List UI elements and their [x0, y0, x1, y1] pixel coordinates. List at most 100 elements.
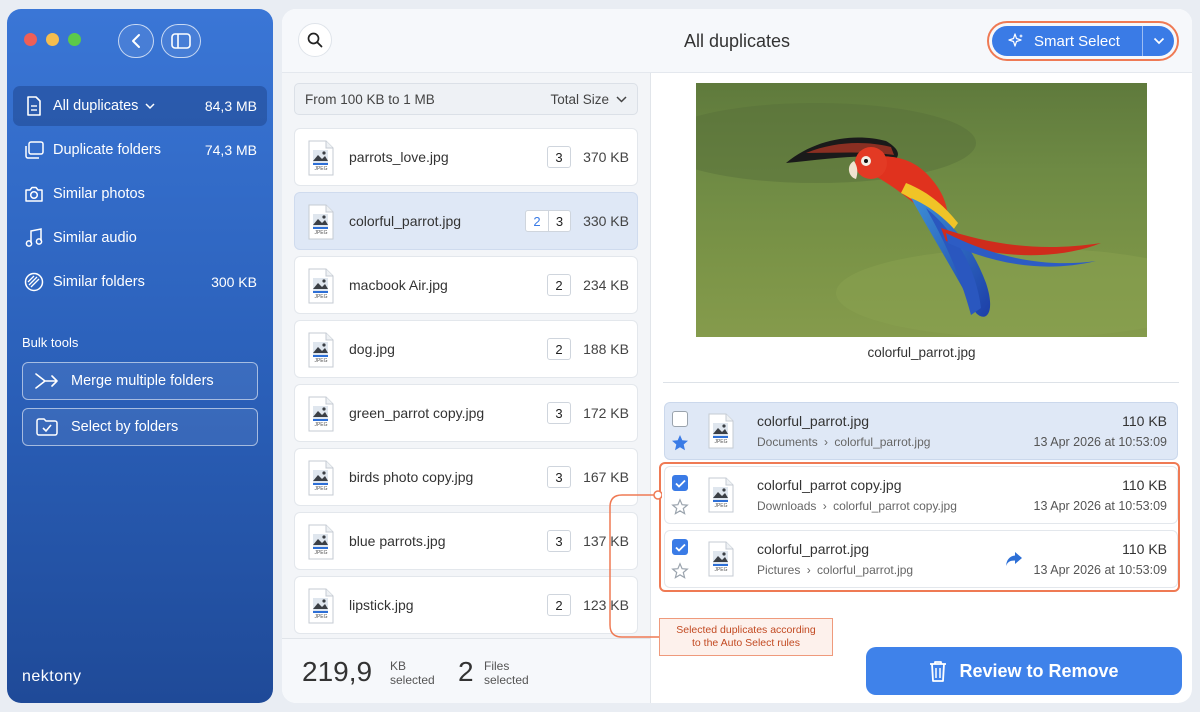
star-outline-icon[interactable] — [671, 562, 689, 580]
sidebar: All duplicates 84,3 MB Duplicate folders… — [7, 9, 273, 703]
image-preview — [656, 83, 1192, 338]
file-size: 172 KB — [583, 405, 629, 421]
file-name: dog.jpg — [349, 341, 395, 357]
music-note-icon — [23, 227, 45, 249]
jpeg-file-icon: JPEG — [707, 477, 735, 518]
duplicate-date: 13 Apr 2026 at 10:53:09 — [1033, 435, 1167, 449]
file-row[interactable]: JPEG blue parrots.jpg 3 137 KB — [294, 512, 638, 570]
callout-connector — [609, 490, 662, 638]
preview-filename: colorful_parrot.jpg — [867, 345, 976, 360]
sidebar-item-label: Similar audio — [53, 230, 137, 246]
duplicate-count-badge: 3 — [547, 146, 571, 168]
file-list-panel: From 100 KB to 1 MB Total Size JPEG parro… — [282, 73, 651, 638]
duplicate-checkbox[interactable] — [672, 411, 688, 427]
review-to-remove-label: Review to Remove — [959, 660, 1119, 681]
merge-folders-button[interactable]: Merge multiple folders — [22, 362, 258, 400]
filter-bar[interactable]: From 100 KB to 1 MB Total Size — [294, 83, 638, 115]
smart-select-control: Smart Select — [992, 26, 1174, 56]
sort-label: Total Size — [550, 91, 609, 107]
sidebar-item-similar-folders[interactable]: Similar folders 300 KB — [13, 262, 267, 302]
star-outline-icon[interactable] — [671, 498, 689, 516]
merge-icon — [35, 372, 59, 390]
sidebar-item-label: Duplicate folders — [53, 142, 161, 158]
sort-dropdown[interactable]: Total Size — [550, 92, 627, 107]
smart-select-highlight: Smart Select — [987, 21, 1179, 61]
back-button[interactable] — [118, 24, 154, 58]
file-row[interactable]: JPEG green_parrot copy.jpg 3 172 KB — [294, 384, 638, 442]
jpeg-file-icon: JPEG — [707, 413, 735, 454]
file-row[interactable]: JPEG parrots_love.jpg 3 370 KB — [294, 128, 638, 186]
selected-size-unit: KB selected — [390, 659, 435, 687]
duplicate-row[interactable]: JPEG colorful_parrot.jpg Documents › color… — [664, 402, 1178, 460]
sidebar-item-label: All duplicates — [53, 98, 205, 114]
checkmark-icon — [674, 543, 686, 552]
file-name: parrots_love.jpg — [349, 149, 449, 165]
merge-folders-label: Merge multiple folders — [71, 373, 214, 389]
select-by-folders-button[interactable]: Select by folders — [22, 408, 258, 446]
duplicate-count-badge: 2 — [547, 274, 571, 296]
file-size: 370 KB — [583, 149, 629, 165]
brand-logo: nektony — [22, 668, 82, 685]
file-name: colorful_parrot.jpg — [349, 213, 462, 229]
jpeg-file-icon: JPEG — [307, 588, 334, 624]
main-window: All duplicates Smart Select From 100 KB … — [282, 9, 1192, 703]
file-name: blue parrots.jpg — [349, 533, 446, 549]
file-row[interactable]: JPEG lipstick.jpg 2 123 KB — [294, 576, 638, 634]
sidebar-item-duplicate-folders[interactable]: Duplicate folders 74,3 MB — [13, 130, 267, 170]
duplicate-checkbox[interactable] — [672, 539, 688, 555]
folders-icon — [23, 139, 45, 161]
duplicate-row[interactable]: JPEG colorful_parrot copy.jpg Downloads › … — [664, 466, 1178, 524]
duplicate-path: Pictures › colorful_parrot.jpg — [757, 563, 914, 577]
duplicate-checkbox[interactable] — [672, 475, 688, 491]
file-size: 188 KB — [583, 341, 629, 357]
file-size: 234 KB — [583, 277, 629, 293]
smart-select-dropdown[interactable] — [1142, 26, 1174, 56]
jpeg-file-icon: JPEG — [307, 268, 334, 304]
jpeg-file-icon: JPEG — [307, 460, 334, 496]
sparkle-icon — [1008, 33, 1024, 49]
duplicate-size: 110 KB — [1122, 413, 1167, 429]
review-to-remove-button[interactable]: Review to Remove — [866, 647, 1182, 695]
file-row[interactable]: JPEG macbook Air.jpg 2 234 KB — [294, 256, 638, 314]
selected-files-unit: Files selected — [484, 659, 529, 687]
sidebar-item-size: 84,3 MB — [204, 98, 257, 114]
close-window-button[interactable] — [24, 33, 37, 46]
file-name: birds photo copy.jpg — [349, 469, 474, 485]
duplicate-row[interactable]: JPEG colorful_parrot.jpg Pictures › colorf… — [664, 530, 1178, 588]
duplicate-size: 110 KB — [1122, 541, 1167, 557]
sidebar-item-similar-photos[interactable]: Similar photos — [13, 174, 267, 214]
duplicate-count-badge: 2 — [547, 338, 571, 360]
zoom-window-button[interactable] — [68, 33, 81, 46]
document-icon — [23, 95, 45, 117]
sidebar-item-size: 300 KB — [211, 274, 257, 290]
file-name: lipstick.jpg — [349, 597, 414, 613]
toolbar: All duplicates Smart Select — [282, 9, 1192, 73]
jpeg-file-icon: JPEG — [307, 204, 334, 240]
chevron-left-icon — [132, 34, 140, 48]
parrot-photo — [656, 83, 1192, 338]
duplicate-date: 13 Apr 2026 at 10:53:09 — [1033, 563, 1167, 577]
smart-select-button[interactable]: Smart Select — [992, 26, 1142, 56]
sidebar-item-label: Similar folders — [53, 274, 145, 290]
toggle-sidebar-button[interactable] — [161, 24, 201, 58]
jpeg-file-icon: JPEG — [707, 541, 735, 582]
auto-select-note: Selected duplicates according to the Aut… — [659, 618, 833, 656]
file-row[interactable]: JPEG dog.jpg 2 188 KB — [294, 320, 638, 378]
file-row[interactable]: JPEG birds photo copy.jpg 3 167 KB — [294, 448, 638, 506]
star-filled-icon[interactable] — [671, 434, 689, 452]
similar-folders-icon — [23, 271, 45, 293]
sidebar-item-all-duplicates[interactable]: All duplicates 84,3 MB — [13, 86, 267, 126]
duplicate-count-badge: 3 — [547, 530, 571, 552]
jpeg-file-icon: JPEG — [307, 524, 334, 560]
select-by-folders-label: Select by folders — [71, 419, 179, 435]
reveal-in-finder-icon[interactable] — [1005, 551, 1023, 567]
selected-size-value: 219,9 — [302, 656, 373, 687]
jpeg-file-icon: JPEG — [307, 396, 334, 432]
sidebar-item-size: 74,3 MB — [204, 142, 257, 158]
checkmark-icon — [674, 479, 686, 488]
size-range-filter[interactable]: From 100 KB to 1 MB — [305, 92, 550, 107]
camera-icon — [23, 183, 45, 205]
sidebar-item-similar-audio[interactable]: Similar audio — [13, 218, 267, 258]
minimize-window-button[interactable] — [46, 33, 59, 46]
file-row[interactable]: JPEG colorful_parrot.jpg 2 3 330 KB — [294, 192, 638, 250]
